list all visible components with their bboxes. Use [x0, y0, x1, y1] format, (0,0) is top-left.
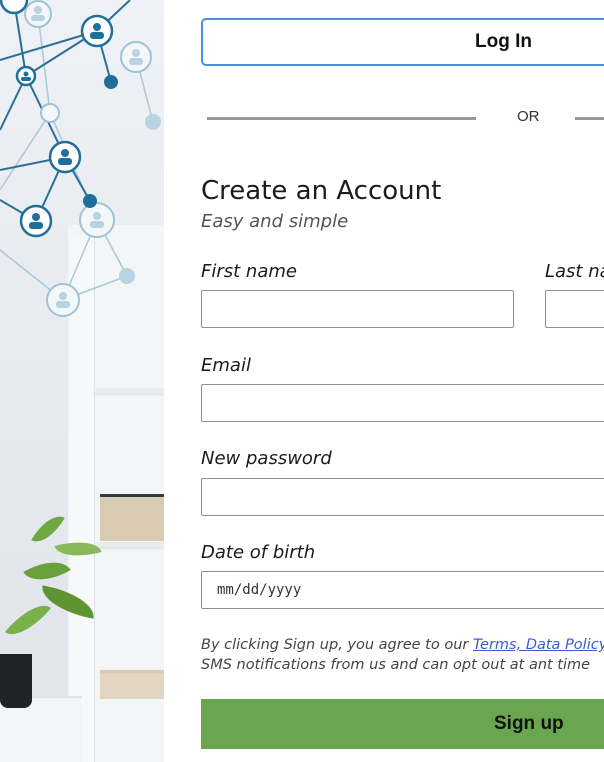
plant-leaf — [23, 550, 71, 592]
terms-prefix: By clicking Sign up, you agree to our — [201, 637, 473, 653]
terms-notice: By clicking Sign up, you agree to our Te… — [201, 635, 604, 675]
terms-link[interactable]: Terms, Data Policy — [473, 637, 604, 653]
plant-leaf — [31, 508, 65, 550]
first-name-label: First name — [201, 261, 297, 282]
sign-up-button[interactable]: Sign up — [201, 699, 604, 749]
or-divider-text: OR — [517, 108, 540, 125]
page-subtitle: Easy and simple — [201, 211, 349, 232]
last-name-label: Last na — [545, 261, 604, 282]
plant-pot — [0, 654, 32, 708]
plant-leaf — [4, 595, 52, 645]
login-button[interactable]: Log In — [201, 18, 604, 66]
divider-line-right — [575, 117, 604, 120]
page-title: Create an Account — [201, 176, 442, 206]
date-placeholder: mm/dd/yyyy — [217, 582, 302, 598]
dob-label: Date of birth — [201, 542, 316, 563]
divider-line-left — [207, 117, 476, 120]
side-illustration — [0, 0, 164, 762]
shelf — [94, 388, 164, 393]
signup-panel: Log In OR Create an Account Easy and sim… — [164, 0, 604, 762]
storage-box — [100, 494, 164, 541]
date-of-birth-input[interactable]: mm/dd/yyyy — [201, 571, 604, 609]
password-label: New password — [201, 448, 332, 469]
email-input[interactable] — [201, 384, 604, 422]
stacked-books — [100, 670, 164, 699]
email-label: Email — [201, 355, 251, 376]
terms-suffix: SMS notifications from us and can opt ou… — [201, 657, 591, 673]
new-password-input[interactable] — [201, 478, 604, 516]
network-graphic — [0, 0, 161, 317]
last-name-input[interactable] — [545, 290, 604, 328]
shelf — [94, 542, 164, 547]
first-name-input[interactable] — [201, 290, 514, 328]
